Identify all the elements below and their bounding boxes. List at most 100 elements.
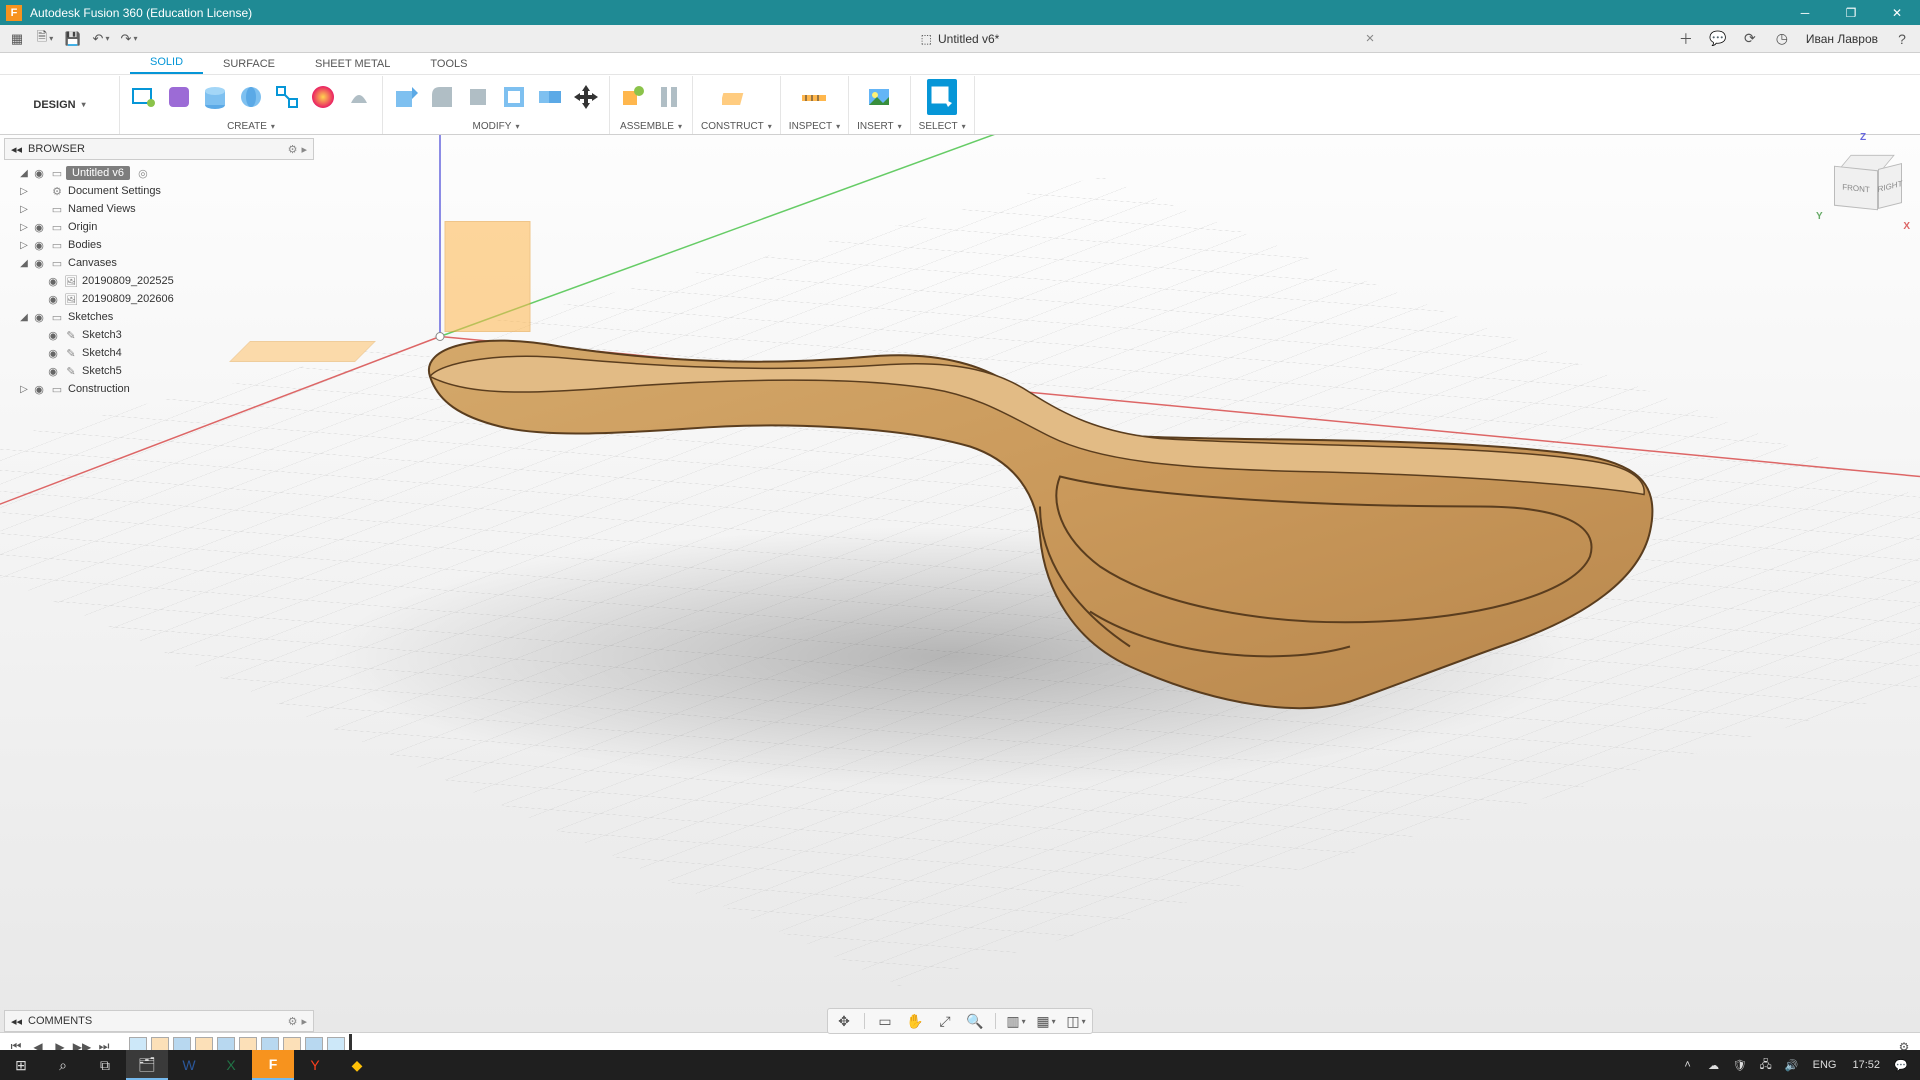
- fillet-button[interactable]: [427, 79, 457, 115]
- visibility-icon[interactable]: ◉: [44, 275, 62, 288]
- tree-item[interactable]: ◉🖼20190809_202525: [4, 272, 314, 290]
- collapse-icon[interactable]: ◂◂: [11, 1015, 22, 1028]
- tray-network-icon[interactable]: 🖧: [1755, 1056, 1777, 1075]
- collapse-icon[interactable]: ◂◂: [11, 143, 22, 156]
- viewcube[interactable]: Z FRONT RIGHT X Y: [1830, 150, 1900, 220]
- expand-icon[interactable]: ▷: [18, 240, 30, 251]
- browser-header[interactable]: ◂◂ BROWSER ⚙ ▸: [4, 138, 314, 160]
- tab-solid[interactable]: SOLID: [130, 52, 203, 74]
- comments-settings-icon[interactable]: ⚙: [288, 1015, 298, 1028]
- rib-button[interactable]: [344, 79, 374, 115]
- taskbar-excel[interactable]: X: [210, 1050, 252, 1080]
- workspace-switcher[interactable]: DESIGN: [0, 76, 120, 134]
- visibility-icon[interactable]: ◉: [30, 257, 48, 270]
- visibility-icon[interactable]: ◉: [44, 329, 62, 342]
- close-button[interactable]: ✕: [1874, 0, 1920, 25]
- tree-item[interactable]: ◢◉▭Canvases: [4, 254, 314, 272]
- tree-item[interactable]: ▷▭Named Views: [4, 200, 314, 218]
- tray-defender-icon[interactable]: 🛡: [1729, 1059, 1751, 1072]
- fit-button[interactable]: 🔍: [965, 1011, 985, 1031]
- measure-button[interactable]: [799, 79, 829, 115]
- maximize-button[interactable]: ❐: [1828, 0, 1874, 25]
- extensions-button[interactable]: 💬: [1704, 27, 1732, 51]
- expand-icon[interactable]: ◢: [18, 258, 30, 269]
- display-settings-button[interactable]: ▥: [1006, 1011, 1026, 1031]
- visibility-icon[interactable]: ◉: [44, 365, 62, 378]
- expand-icon[interactable]: ▷: [18, 186, 30, 197]
- help-button[interactable]: ?: [1888, 27, 1916, 51]
- comments-header[interactable]: ◂◂ COMMENTS ⚙ ▸: [4, 1010, 314, 1032]
- new-sketch-button[interactable]: [128, 79, 158, 115]
- tab-surface[interactable]: SURFACE: [203, 54, 295, 74]
- tab-close-button[interactable]: ×: [1366, 30, 1375, 47]
- modify-dropdown[interactable]: MODIFY: [473, 121, 520, 134]
- tab-tools[interactable]: TOOLS: [410, 54, 487, 74]
- taskbar-word[interactable]: W: [168, 1050, 210, 1080]
- tree-item[interactable]: ◉✎Sketch3: [4, 326, 314, 344]
- visibility-icon[interactable]: ◉: [44, 347, 62, 360]
- visibility-icon[interactable]: ◉: [44, 293, 62, 306]
- user-menu[interactable]: Иван Лавров: [1800, 32, 1884, 46]
- tree-item[interactable]: ▷◉▭Origin: [4, 218, 314, 236]
- create-form-button[interactable]: [164, 79, 194, 115]
- revolve-button[interactable]: [236, 79, 266, 115]
- expand-icon[interactable]: ▷: [18, 222, 30, 233]
- extrude-button[interactable]: [200, 79, 230, 115]
- viewcube-right[interactable]: RIGHT: [1878, 163, 1902, 209]
- expand-icon[interactable]: ◢: [18, 168, 30, 179]
- visibility-icon[interactable]: ◉: [30, 383, 48, 396]
- expand-icon[interactable]: ▷: [18, 204, 30, 215]
- move-button[interactable]: [571, 79, 601, 115]
- taskbar-app[interactable]: ◆: [336, 1050, 378, 1080]
- tree-root[interactable]: ◢ ◉ ▭ Untitled v6 ◎: [4, 164, 314, 182]
- create-dropdown[interactable]: CREATE: [227, 121, 275, 134]
- new-design-button[interactable]: ＋: [1672, 27, 1700, 51]
- notifications-button[interactable]: ⟳: [1736, 27, 1764, 51]
- redo-button[interactable]: ↷: [116, 27, 142, 51]
- minimize-button[interactable]: ─: [1782, 0, 1828, 25]
- grid-settings-button[interactable]: ▦: [1036, 1011, 1056, 1031]
- task-view-button[interactable]: ⧉: [84, 1050, 126, 1080]
- visibility-icon[interactable]: ◉: [30, 221, 48, 234]
- press-pull-button[interactable]: [391, 79, 421, 115]
- joint-button[interactable]: [654, 79, 684, 115]
- tray-action-center-icon[interactable]: 💬: [1890, 1059, 1912, 1072]
- save-button[interactable]: 💾: [60, 27, 86, 51]
- construct-dropdown[interactable]: CONSTRUCT: [701, 121, 772, 134]
- browser-pin-icon[interactable]: ▸: [301, 143, 307, 156]
- sweep-button[interactable]: [272, 79, 302, 115]
- loft-button[interactable]: [308, 79, 338, 115]
- shell-button[interactable]: [499, 79, 529, 115]
- tree-item[interactable]: ▷⚙Document Settings: [4, 182, 314, 200]
- inspect-dropdown[interactable]: INSPECT: [789, 121, 840, 134]
- pan-button[interactable]: ✋: [905, 1011, 925, 1031]
- select-button[interactable]: [927, 79, 957, 115]
- zoom-button[interactable]: ⤢: [935, 1011, 955, 1031]
- document-tab[interactable]: ⬚ Untitled v6*: [921, 32, 1000, 46]
- taskbar-fusion[interactable]: F: [252, 1050, 294, 1080]
- expand-icon[interactable]: ▷: [18, 384, 30, 395]
- tab-sheet-metal[interactable]: SHEET METAL: [295, 54, 410, 74]
- new-component-button[interactable]: [618, 79, 648, 115]
- construction-plane-button[interactable]: [721, 79, 751, 115]
- job-status-button[interactable]: ◷: [1768, 27, 1796, 51]
- visibility-icon[interactable]: ◉: [30, 239, 48, 252]
- tray-overflow-button[interactable]: ˄: [1677, 1059, 1699, 1071]
- comments-expand-icon[interactable]: ▸: [301, 1015, 307, 1028]
- select-dropdown[interactable]: SELECT: [919, 121, 966, 134]
- insert-dropdown[interactable]: INSERT: [857, 121, 902, 134]
- insert-decal-button[interactable]: [864, 79, 894, 115]
- expand-icon[interactable]: ◢: [18, 312, 30, 323]
- visibility-icon[interactable]: ◉: [30, 167, 48, 180]
- visibility-icon[interactable]: ◉: [30, 311, 48, 324]
- start-button[interactable]: ⊞: [0, 1050, 42, 1080]
- tray-volume-icon[interactable]: 🔊: [1781, 1059, 1803, 1072]
- orbit-button[interactable]: ✥: [834, 1011, 854, 1031]
- viewport-layout-button[interactable]: ◫: [1066, 1011, 1086, 1031]
- tray-clock[interactable]: 17:52: [1846, 1059, 1886, 1071]
- tree-item[interactable]: ◢◉▭Sketches: [4, 308, 314, 326]
- viewcube-front[interactable]: FRONT: [1834, 166, 1878, 211]
- data-panel-button[interactable]: ▦: [4, 27, 30, 51]
- taskbar-explorer[interactable]: 🗂: [126, 1050, 168, 1080]
- tray-cloud-icon[interactable]: ☁: [1703, 1059, 1725, 1072]
